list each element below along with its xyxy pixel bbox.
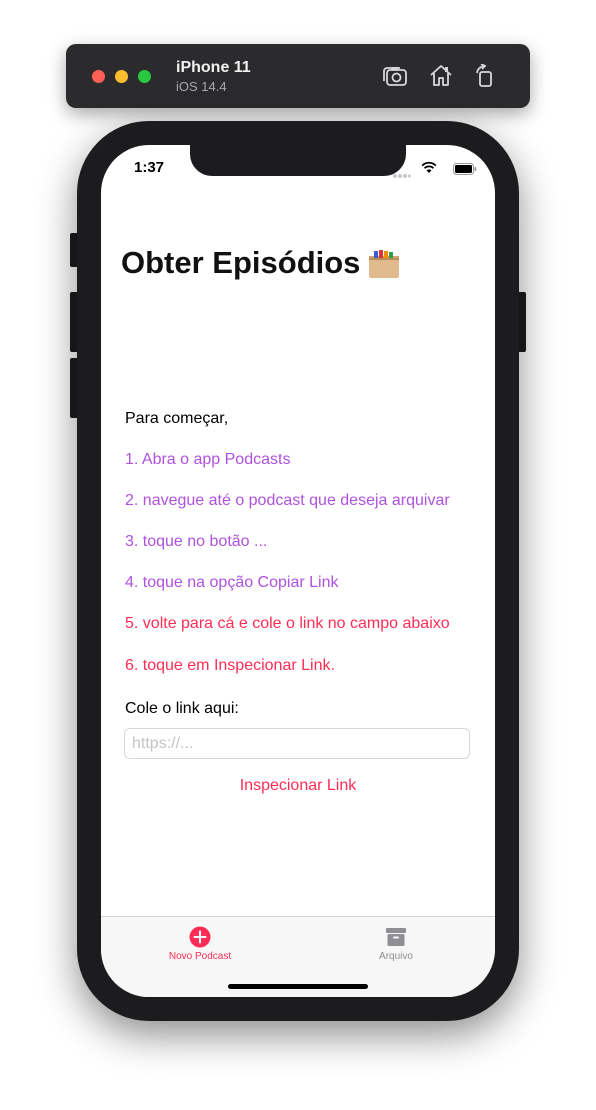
power-button	[518, 292, 526, 352]
screenshot-icon[interactable]	[382, 64, 408, 88]
zoom-window-button[interactable]	[138, 70, 151, 83]
minimize-window-button[interactable]	[115, 70, 128, 83]
battery-icon	[453, 162, 477, 175]
link-field-label: Cole o link aqui:	[125, 700, 239, 717]
archive-box-icon	[384, 925, 408, 949]
status-indicators	[387, 161, 477, 178]
stage: iPhone 11 iOS 14.4 1:37 Obter Episódios …	[0, 0, 596, 1110]
instructions-intro: Para começar,	[125, 410, 229, 427]
home-indicator	[228, 984, 368, 989]
plus-circle-icon	[188, 925, 212, 949]
step-1: 1. Abra o app Podcasts	[125, 451, 291, 468]
step-5: 5. volte para cá e cole o link no campo …	[125, 615, 450, 632]
step-6: 6. toque em Inspecionar Link.	[125, 657, 335, 674]
archive-box-icon	[368, 247, 400, 279]
inspect-link-button[interactable]: Inspecionar Link	[125, 777, 471, 795]
wifi-icon	[421, 161, 437, 174]
cellular-signal-icon	[393, 166, 411, 178]
rotate-icon[interactable]	[472, 63, 498, 88]
simulator-device-name: iPhone 11	[176, 59, 251, 76]
step-4: 4. toque na opção Copiar Link	[125, 574, 339, 591]
tab-new-podcast[interactable]: Novo Podcast	[145, 925, 255, 965]
home-icon[interactable]	[428, 64, 454, 88]
tab-label: Novo Podcast	[168, 951, 232, 962]
page-title: Obter Episódios	[121, 245, 361, 280]
tab-archive[interactable]: Arquivo	[341, 925, 451, 965]
device-screen: 1:37 Obter Episódios Para começar, 1. Ab…	[101, 145, 495, 997]
link-input[interactable]	[124, 728, 470, 759]
notch	[190, 145, 406, 176]
tab-bar: Novo Podcast Arquivo	[101, 916, 495, 997]
simulator-toolbar: iPhone 11 iOS 14.4	[66, 44, 530, 108]
tab-label: Arquivo	[379, 951, 413, 962]
step-2: 2. navegue até o podcast que deseja arqu…	[125, 492, 450, 509]
status-time: 1:37	[134, 159, 165, 176]
close-window-button[interactable]	[92, 70, 105, 83]
step-3: 3. toque no botão ...	[125, 533, 268, 550]
simulator-os-version: iOS 14.4	[176, 79, 227, 94]
